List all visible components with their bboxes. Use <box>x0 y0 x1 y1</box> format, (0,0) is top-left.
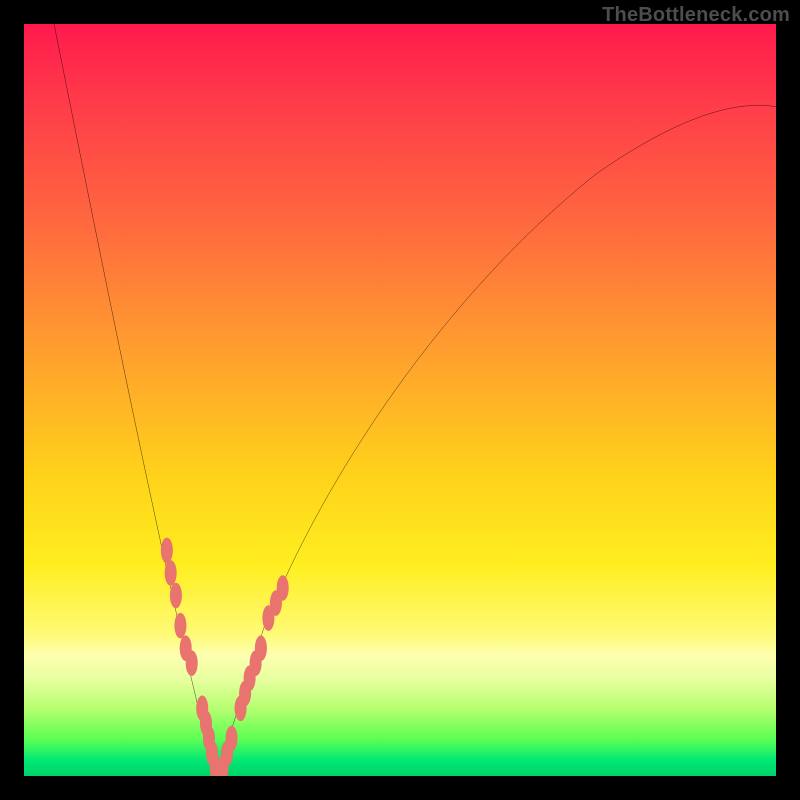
marker-layer <box>24 24 776 776</box>
watermark-text: TheBottleneck.com <box>602 4 790 27</box>
highlight-points <box>161 538 289 776</box>
plot-area <box>24 24 776 776</box>
chart-frame: TheBottleneck.com <box>0 0 800 800</box>
